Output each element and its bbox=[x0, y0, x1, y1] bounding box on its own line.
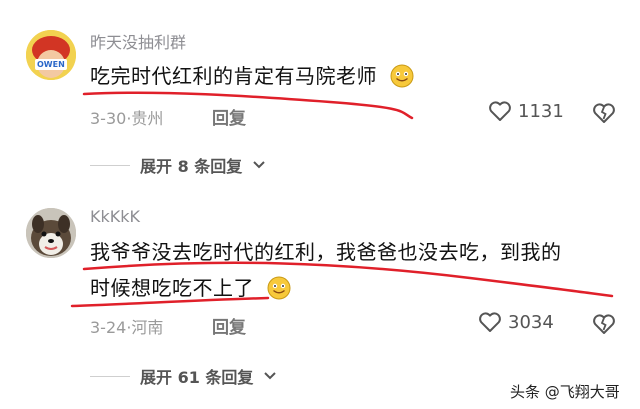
heart-icon bbox=[489, 101, 511, 121]
chevron-down-icon bbox=[264, 372, 277, 380]
watermark: 头条 @飞翔大哥 bbox=[510, 383, 620, 401]
like-count: 3034 bbox=[508, 311, 554, 333]
comment-username[interactable]: 昨天没抽利群 bbox=[90, 29, 186, 53]
heart-icon bbox=[479, 312, 501, 332]
divider-line bbox=[90, 375, 130, 377]
comment-text-line: 时候想吃吃不上了 bbox=[90, 276, 254, 300]
expand-replies-label: 展开 61 条回复 bbox=[140, 368, 254, 387]
like-button[interactable]: 3034 bbox=[478, 311, 554, 333]
comment-location: 贵州 bbox=[131, 109, 164, 128]
comment-text: 吃完时代红利的肯定有马院老师 bbox=[90, 58, 414, 94]
expand-replies-button[interactable]: 展开 61 条回复 bbox=[90, 364, 277, 388]
comment-meta: 3-30·贵州 bbox=[90, 105, 163, 129]
comment-meta: 3-24·河南 bbox=[90, 314, 163, 338]
reply-button[interactable]: 回复 bbox=[212, 104, 246, 129]
comment-text: 我爷爷没去吃时代的红利，我爸爸也没去吃，到我的 时候想吃吃不上了 bbox=[90, 234, 562, 306]
comment-username[interactable]: KkKkK bbox=[90, 207, 140, 226]
expand-replies-label: 展开 8 条回复 bbox=[140, 157, 243, 176]
emoji-smile-icon bbox=[390, 64, 414, 87]
comment-location: 河南 bbox=[131, 318, 164, 337]
comment-text-line: 我爷爷没去吃时代的红利，我爸爸也没去吃，到我的 bbox=[90, 240, 562, 264]
avatar[interactable]: OWEN bbox=[26, 30, 76, 80]
like-button[interactable]: 1131 bbox=[488, 100, 564, 122]
avatar[interactable] bbox=[26, 208, 76, 258]
comment-date: 3-24 bbox=[90, 318, 127, 337]
chevron-down-icon bbox=[253, 161, 265, 169]
comment-date: 3-30 bbox=[90, 109, 127, 128]
emoji-smile-icon bbox=[267, 276, 291, 299]
avatar-badge-text: OWEN bbox=[37, 60, 65, 69]
reply-button[interactable]: 回复 bbox=[212, 313, 246, 338]
comment-text-line: 吃完时代红利的肯定有马院老师 bbox=[90, 64, 377, 88]
dog-avatar-icon bbox=[26, 208, 76, 258]
avatar-face-icon bbox=[26, 30, 76, 80]
broken-heart-icon[interactable] bbox=[592, 313, 616, 335]
broken-heart-icon[interactable] bbox=[592, 102, 616, 124]
expand-replies-button[interactable]: 展开 8 条回复 bbox=[90, 153, 266, 177]
divider-line bbox=[90, 164, 130, 166]
like-count: 1131 bbox=[518, 100, 564, 122]
